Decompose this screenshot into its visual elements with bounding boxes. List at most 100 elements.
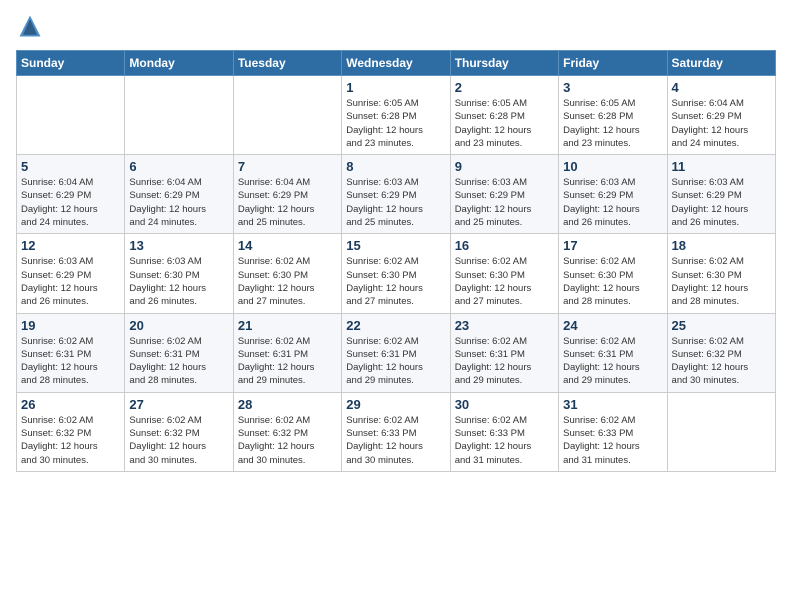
calendar-cell: 23 Sunrise: 6:02 AM Sunset: 6:31 PM Dayli… xyxy=(450,313,558,392)
day-number: 11 xyxy=(672,159,771,174)
calendar-table: SundayMondayTuesdayWednesdayThursdayFrid… xyxy=(16,50,776,472)
calendar-cell: 28 Sunrise: 6:02 AM Sunset: 6:32 PM Dayli… xyxy=(233,392,341,471)
day-number: 23 xyxy=(455,318,554,333)
day-info: Sunrise: 6:02 AM Sunset: 6:32 PM Dayligh… xyxy=(238,414,337,467)
weekday-header-wednesday: Wednesday xyxy=(342,51,450,76)
calendar-week-row: 1 Sunrise: 6:05 AM Sunset: 6:28 PM Daylig… xyxy=(17,76,776,155)
weekday-header-friday: Friday xyxy=(559,51,667,76)
day-info: Sunrise: 6:04 AM Sunset: 6:29 PM Dayligh… xyxy=(129,176,228,229)
day-number: 15 xyxy=(346,238,445,253)
calendar-body: 1 Sunrise: 6:05 AM Sunset: 6:28 PM Daylig… xyxy=(17,76,776,472)
calendar-cell xyxy=(233,76,341,155)
day-info: Sunrise: 6:05 AM Sunset: 6:28 PM Dayligh… xyxy=(455,97,554,150)
calendar-week-row: 19 Sunrise: 6:02 AM Sunset: 6:31 PM Dayli… xyxy=(17,313,776,392)
day-number: 17 xyxy=(563,238,662,253)
calendar-cell: 27 Sunrise: 6:02 AM Sunset: 6:32 PM Dayli… xyxy=(125,392,233,471)
day-number: 7 xyxy=(238,159,337,174)
weekday-header-sunday: Sunday xyxy=(17,51,125,76)
day-number: 19 xyxy=(21,318,120,333)
day-number: 6 xyxy=(129,159,228,174)
day-info: Sunrise: 6:02 AM Sunset: 6:30 PM Dayligh… xyxy=(238,255,337,308)
calendar-cell: 25 Sunrise: 6:02 AM Sunset: 6:32 PM Dayli… xyxy=(667,313,775,392)
calendar-cell xyxy=(17,76,125,155)
day-number: 5 xyxy=(21,159,120,174)
calendar-cell: 15Sunrise: 6:02 AM Sunset: 6:30 PM Dayli… xyxy=(342,234,450,313)
day-info: Sunrise: 6:03 AM Sunset: 6:29 PM Dayligh… xyxy=(563,176,662,229)
calendar-cell: 8Sunrise: 6:03 AM Sunset: 6:29 PM Daylig… xyxy=(342,155,450,234)
calendar-cell: 14 Sunrise: 6:02 AM Sunset: 6:30 PM Dayli… xyxy=(233,234,341,313)
day-number: 20 xyxy=(129,318,228,333)
calendar-cell: 12 Sunrise: 6:03 AM Sunset: 6:29 PM Dayli… xyxy=(17,234,125,313)
day-info: Sunrise: 6:02 AM Sunset: 6:33 PM Dayligh… xyxy=(563,414,662,467)
day-number: 12 xyxy=(21,238,120,253)
calendar-cell: 3 Sunrise: 6:05 AM Sunset: 6:28 PM Daylig… xyxy=(559,76,667,155)
day-number: 14 xyxy=(238,238,337,253)
calendar-cell: 30 Sunrise: 6:02 AM Sunset: 6:33 PM Dayli… xyxy=(450,392,558,471)
weekday-header-monday: Monday xyxy=(125,51,233,76)
day-info: Sunrise: 6:02 AM Sunset: 6:33 PM Dayligh… xyxy=(455,414,554,467)
calendar-cell: 5 Sunrise: 6:04 AM Sunset: 6:29 PM Daylig… xyxy=(17,155,125,234)
calendar-cell: 16 Sunrise: 6:02 AM Sunset: 6:30 PM Dayli… xyxy=(450,234,558,313)
calendar-cell: 24Sunrise: 6:02 AM Sunset: 6:31 PM Dayli… xyxy=(559,313,667,392)
day-number: 30 xyxy=(455,397,554,412)
day-info: Sunrise: 6:02 AM Sunset: 6:32 PM Dayligh… xyxy=(672,335,771,388)
day-info: Sunrise: 6:02 AM Sunset: 6:30 PM Dayligh… xyxy=(455,255,554,308)
weekday-header-tuesday: Tuesday xyxy=(233,51,341,76)
day-info: Sunrise: 6:02 AM Sunset: 6:30 PM Dayligh… xyxy=(672,255,771,308)
day-info: Sunrise: 6:02 AM Sunset: 6:31 PM Dayligh… xyxy=(346,335,445,388)
day-info: Sunrise: 6:02 AM Sunset: 6:32 PM Dayligh… xyxy=(21,414,120,467)
logo xyxy=(16,16,46,40)
calendar-cell: 18 Sunrise: 6:02 AM Sunset: 6:30 PM Dayli… xyxy=(667,234,775,313)
day-info: Sunrise: 6:04 AM Sunset: 6:29 PM Dayligh… xyxy=(21,176,120,229)
day-info: Sunrise: 6:03 AM Sunset: 6:29 PM Dayligh… xyxy=(21,255,120,308)
calendar-header-row: SundayMondayTuesdayWednesdayThursdayFrid… xyxy=(17,51,776,76)
calendar-cell: 19 Sunrise: 6:02 AM Sunset: 6:31 PM Dayli… xyxy=(17,313,125,392)
calendar-cell: 4 Sunrise: 6:04 AM Sunset: 6:29 PM Daylig… xyxy=(667,76,775,155)
page-header xyxy=(16,16,776,40)
calendar-cell: 6 Sunrise: 6:04 AM Sunset: 6:29 PM Daylig… xyxy=(125,155,233,234)
day-info: Sunrise: 6:03 AM Sunset: 6:30 PM Dayligh… xyxy=(129,255,228,308)
day-number: 4 xyxy=(672,80,771,95)
day-info: Sunrise: 6:05 AM Sunset: 6:28 PM Dayligh… xyxy=(563,97,662,150)
day-number: 1 xyxy=(346,80,445,95)
weekday-header-thursday: Thursday xyxy=(450,51,558,76)
day-info: Sunrise: 6:03 AM Sunset: 6:29 PM Dayligh… xyxy=(455,176,554,229)
calendar-cell: 11Sunrise: 6:03 AM Sunset: 6:29 PM Dayli… xyxy=(667,155,775,234)
calendar-cell: 22Sunrise: 6:02 AM Sunset: 6:31 PM Dayli… xyxy=(342,313,450,392)
day-info: Sunrise: 6:02 AM Sunset: 6:31 PM Dayligh… xyxy=(129,335,228,388)
day-number: 21 xyxy=(238,318,337,333)
day-number: 13 xyxy=(129,238,228,253)
calendar-cell: 10 Sunrise: 6:03 AM Sunset: 6:29 PM Dayli… xyxy=(559,155,667,234)
day-number: 16 xyxy=(455,238,554,253)
day-number: 27 xyxy=(129,397,228,412)
day-info: Sunrise: 6:04 AM Sunset: 6:29 PM Dayligh… xyxy=(672,97,771,150)
day-number: 31 xyxy=(563,397,662,412)
day-number: 3 xyxy=(563,80,662,95)
calendar-cell: 2 Sunrise: 6:05 AM Sunset: 6:28 PM Daylig… xyxy=(450,76,558,155)
day-number: 9 xyxy=(455,159,554,174)
calendar-cell xyxy=(667,392,775,471)
calendar-cell: 13 Sunrise: 6:03 AM Sunset: 6:30 PM Dayli… xyxy=(125,234,233,313)
calendar-cell: 26Sunrise: 6:02 AM Sunset: 6:32 PM Dayli… xyxy=(17,392,125,471)
day-number: 18 xyxy=(672,238,771,253)
day-info: Sunrise: 6:02 AM Sunset: 6:31 PM Dayligh… xyxy=(238,335,337,388)
day-number: 10 xyxy=(563,159,662,174)
day-number: 28 xyxy=(238,397,337,412)
day-number: 25 xyxy=(672,318,771,333)
calendar-cell: 9 Sunrise: 6:03 AM Sunset: 6:29 PM Daylig… xyxy=(450,155,558,234)
calendar-cell: 17 Sunrise: 6:02 AM Sunset: 6:30 PM Dayli… xyxy=(559,234,667,313)
calendar-cell: 20 Sunrise: 6:02 AM Sunset: 6:31 PM Dayli… xyxy=(125,313,233,392)
calendar-cell xyxy=(125,76,233,155)
day-number: 8 xyxy=(346,159,445,174)
calendar-week-row: 12 Sunrise: 6:03 AM Sunset: 6:29 PM Dayli… xyxy=(17,234,776,313)
calendar-cell: 21 Sunrise: 6:02 AM Sunset: 6:31 PM Dayli… xyxy=(233,313,341,392)
day-info: Sunrise: 6:02 AM Sunset: 6:31 PM Dayligh… xyxy=(21,335,120,388)
day-number: 24 xyxy=(563,318,662,333)
day-info: Sunrise: 6:04 AM Sunset: 6:29 PM Dayligh… xyxy=(238,176,337,229)
calendar-cell: 1Sunrise: 6:05 AM Sunset: 6:28 PM Daylig… xyxy=(342,76,450,155)
day-number: 2 xyxy=(455,80,554,95)
calendar-cell: 7 Sunrise: 6:04 AM Sunset: 6:29 PM Daylig… xyxy=(233,155,341,234)
day-info: Sunrise: 6:02 AM Sunset: 6:32 PM Dayligh… xyxy=(129,414,228,467)
day-info: Sunrise: 6:02 AM Sunset: 6:30 PM Dayligh… xyxy=(563,255,662,308)
day-info: Sunrise: 6:02 AM Sunset: 6:31 PM Dayligh… xyxy=(455,335,554,388)
